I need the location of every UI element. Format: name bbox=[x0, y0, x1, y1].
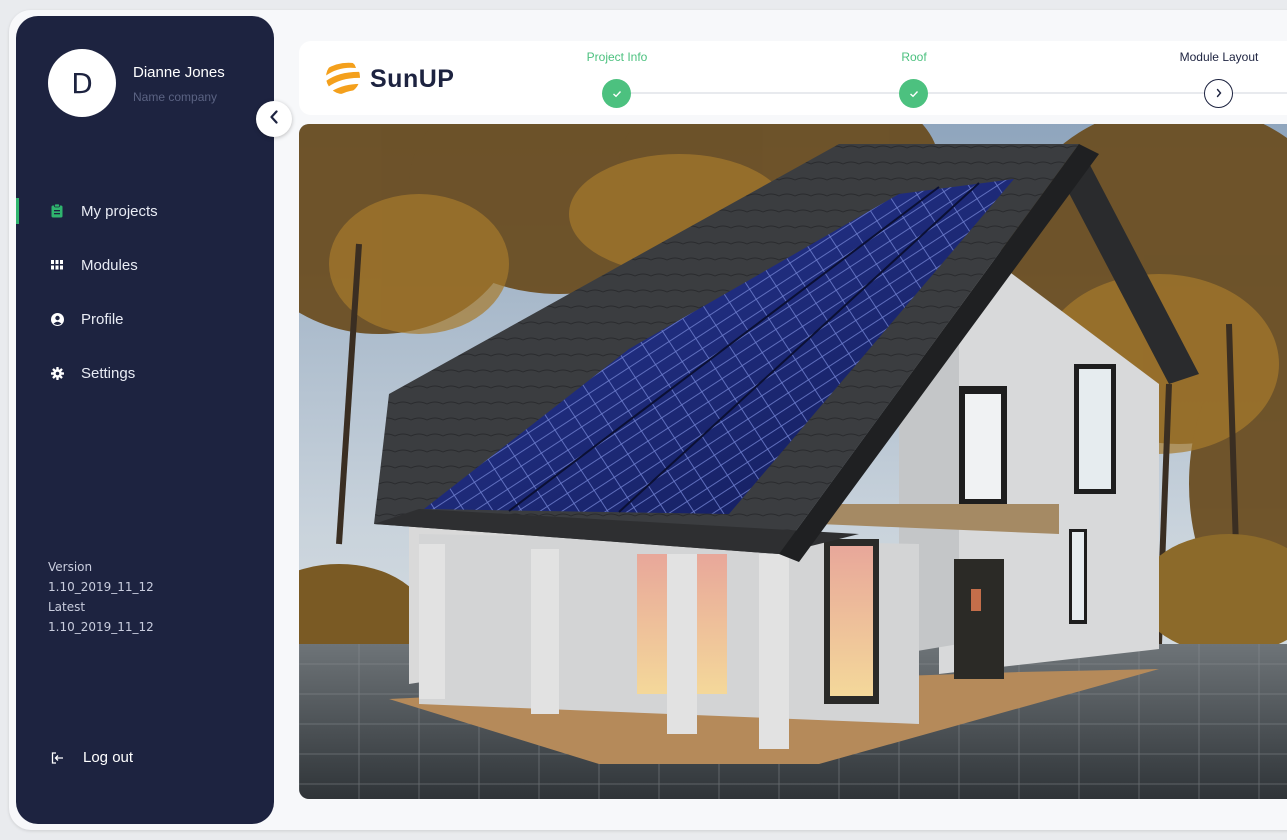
stepper-track bbox=[617, 92, 1287, 94]
sidebar-item-label: Profile bbox=[81, 310, 124, 328]
sidebar-item-label: Settings bbox=[81, 364, 136, 382]
latest-value: 1.10_2019_11_12 bbox=[48, 620, 154, 634]
step-complete-check bbox=[602, 79, 631, 108]
gear-icon bbox=[50, 366, 64, 380]
sidebar-nav: My projects Modules Profile Settings bbox=[16, 184, 274, 400]
header-bar: SunUP Project Info Roof Module Layout bbox=[299, 41, 1287, 115]
check-icon bbox=[612, 85, 622, 103]
collapse-sidebar-button[interactable] bbox=[256, 101, 292, 137]
chevron-right-icon bbox=[1215, 85, 1223, 103]
sun-stripes-logo-icon bbox=[324, 59, 362, 100]
grid-icon bbox=[50, 258, 64, 272]
sidebar-item-settings[interactable]: Settings bbox=[16, 346, 274, 400]
sidebar-item-label: My projects bbox=[81, 202, 158, 220]
sidebar: D Dianne Jones Name company My projects bbox=[16, 16, 274, 824]
user-company: Name company bbox=[133, 90, 218, 104]
sidebar-item-modules[interactable]: Modules bbox=[16, 238, 274, 292]
house-with-solar-panels-render-image bbox=[299, 124, 1287, 799]
brand-logo[interactable]: SunUP bbox=[324, 59, 454, 100]
sidebar-item-profile[interactable]: Profile bbox=[16, 292, 274, 346]
version-info: Version 1.10_2019_11_12 Latest 1.10_2019… bbox=[48, 557, 154, 637]
version-value: 1.10_2019_11_12 bbox=[48, 580, 154, 594]
sidebar-item-my-projects[interactable]: My projects bbox=[16, 184, 274, 238]
step-complete-check bbox=[899, 79, 928, 108]
step-label: Roof bbox=[901, 50, 927, 64]
logout-icon bbox=[50, 751, 64, 765]
sidebar-item-label: Modules bbox=[81, 256, 138, 274]
clipboard-icon bbox=[50, 204, 64, 218]
latest-label: Latest bbox=[48, 600, 86, 614]
step-current-indicator bbox=[1204, 79, 1233, 108]
chevron-left-icon bbox=[269, 109, 279, 129]
house-solar-render bbox=[299, 124, 1287, 799]
version-label: Version bbox=[48, 560, 93, 574]
avatar[interactable]: D bbox=[48, 49, 116, 117]
step-label: Project Info bbox=[586, 50, 648, 64]
step-label: Module Layout bbox=[1179, 50, 1259, 64]
user-name: Dianne Jones bbox=[133, 64, 225, 81]
check-icon bbox=[909, 85, 919, 103]
logout-button[interactable]: Log out bbox=[50, 749, 133, 766]
brand-name: SunUP bbox=[370, 65, 455, 93]
avatar-initial: D bbox=[71, 66, 93, 100]
user-circle-icon bbox=[50, 312, 64, 326]
logout-label: Log out bbox=[83, 749, 134, 766]
